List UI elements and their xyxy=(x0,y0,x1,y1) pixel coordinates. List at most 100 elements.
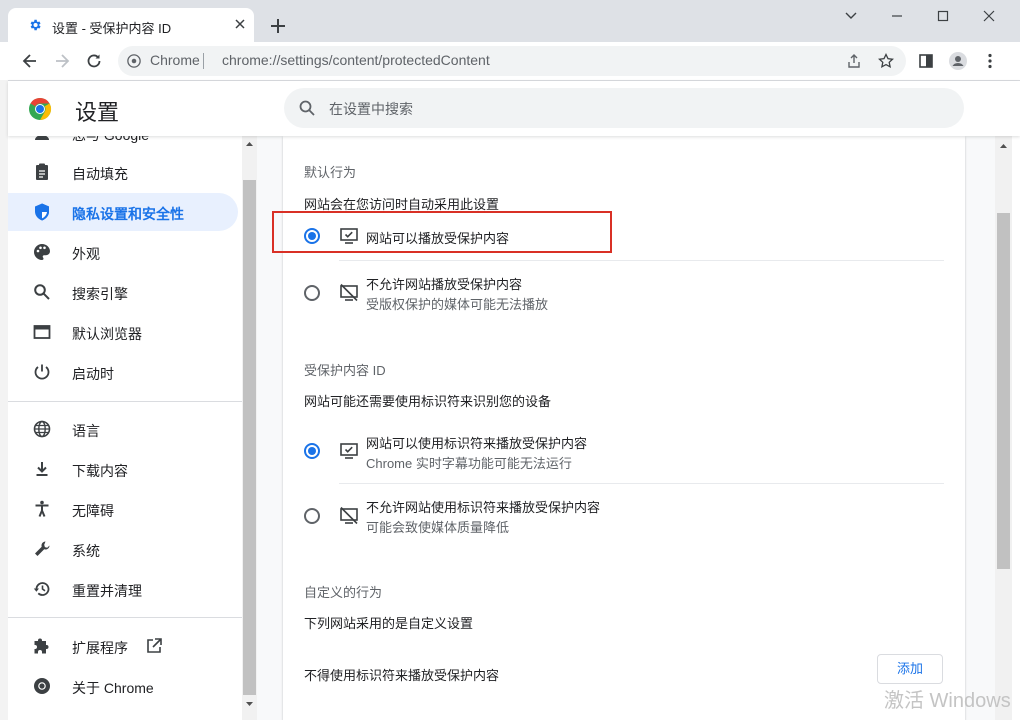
protected-id-desc: 网站可能还需要使用标识符来识别您的设备 xyxy=(304,394,552,409)
page-scrollbar-thumb[interactable] xyxy=(997,213,1010,569)
chrome-icon xyxy=(34,678,50,694)
browser-icon xyxy=(33,325,51,339)
sidebar-item-reset[interactable]: 重置并清理 xyxy=(8,570,238,608)
scroll-up-arrow-icon[interactable] xyxy=(999,142,1008,150)
palette-icon xyxy=(34,244,50,260)
sidebar-item-label: 启动时 xyxy=(72,366,114,382)
chrome-icon xyxy=(127,54,141,68)
option-title: 不允许网站使用标识符来播放受保护内容 xyxy=(366,500,601,515)
radio-block-identifiers[interactable] xyxy=(304,508,320,524)
omnibox-url[interactable]: chrome://settings/content/protectedConte… xyxy=(222,52,490,68)
sidebar-item-label: 扩展程序 xyxy=(72,640,128,656)
option-allow-identifiers[interactable]: 网站可以使用标识符来播放受保护内容 Chrome 实时字幕功能可能无法运行 xyxy=(283,431,965,471)
accessibility-icon xyxy=(35,500,49,517)
reload-icon[interactable] xyxy=(84,51,104,71)
sidebar-item-autofill[interactable]: 自动填充 xyxy=(8,153,238,191)
back-icon[interactable] xyxy=(20,51,40,71)
custom-behavior-desc: 下列网站采用的是自定义设置 xyxy=(304,616,474,631)
clipboard-icon xyxy=(36,163,48,180)
sidebar-item-label: 关于 Chrome xyxy=(72,680,154,696)
sidebar-scrollbar-thumb[interactable] xyxy=(243,180,256,695)
chevron-down-icon[interactable] xyxy=(838,6,864,26)
new-tab-icon[interactable] xyxy=(268,16,288,36)
shield-icon xyxy=(35,203,49,221)
row-divider xyxy=(339,260,944,261)
side-panel-icon[interactable] xyxy=(916,51,936,71)
sidebar-item-on-startup[interactable]: 启动时 xyxy=(8,353,238,391)
tab-title: 设置 - 受保护内容 ID xyxy=(52,21,172,36)
sidebar-item-label: 搜索引擎 xyxy=(72,286,128,302)
monitor-check-icon xyxy=(340,228,358,244)
option-subtitle: 受版权保护的媒体可能无法播放 xyxy=(366,297,549,312)
window-close-icon[interactable] xyxy=(976,6,1002,26)
sidebar-item-label: 您与 Google xyxy=(72,136,149,145)
settings-search-input[interactable]: 在设置中搜索 xyxy=(284,88,964,128)
scroll-down-arrow-icon[interactable] xyxy=(245,700,254,708)
sidebar-item-label: 隐私设置和安全性 xyxy=(72,206,184,222)
person-icon xyxy=(35,136,49,140)
default-behavior-title: 默认行为 xyxy=(304,165,357,180)
activate-windows-watermark: 激活 Windows xyxy=(884,690,1011,712)
tab-strip: 设置 - 受保护内容 ID xyxy=(0,0,1020,42)
option-block-identifiers[interactable]: 不允许网站使用标识符来播放受保护内容 可能会致使媒体质量降低 xyxy=(283,496,965,536)
option-subtitle: 可能会致使媒体质量降低 xyxy=(366,520,510,535)
toolbar: Chrome chrome://settings/content/protect… xyxy=(0,42,1020,81)
sidebar-item-languages[interactable]: 语言 xyxy=(8,410,238,448)
window-frame xyxy=(0,80,8,720)
sidebar-item-accessibility[interactable]: 无障碍 xyxy=(8,490,238,528)
sidebar-item-downloads[interactable]: 下载内容 xyxy=(8,450,238,488)
close-icon[interactable] xyxy=(232,16,248,32)
sidebar-item-default-browser[interactable]: 默认浏览器 xyxy=(8,313,238,351)
chrome-logo-icon xyxy=(29,98,52,120)
monitor-off-icon xyxy=(340,506,358,525)
sidebar-divider xyxy=(8,401,242,402)
search-icon xyxy=(34,284,50,300)
sidebar-item-you-and-google[interactable]: 您与 Google xyxy=(8,136,238,152)
radio-block-protected-content[interactable] xyxy=(304,285,320,301)
sidebar-item-label: 默认浏览器 xyxy=(72,326,142,342)
profile-avatar-icon[interactable] xyxy=(948,51,968,71)
radio-allow-protected-content[interactable] xyxy=(304,228,320,244)
protected-id-title: 受保护内容 ID xyxy=(304,363,386,378)
monitor-check-icon xyxy=(340,443,358,459)
search-placeholder: 在设置中搜索 xyxy=(329,101,413,117)
option-block-protected-content[interactable]: 不允许网站播放受保护内容 受版权保护的媒体可能无法播放 xyxy=(283,272,965,312)
sidebar-item-about-chrome[interactable]: 关于 Chrome xyxy=(8,667,238,705)
sidebar-item-system[interactable]: 系统 xyxy=(8,530,238,568)
minimize-icon[interactable] xyxy=(884,6,910,26)
address-bar[interactable]: Chrome chrome://settings/content/protect… xyxy=(118,46,906,76)
option-title: 不允许网站播放受保护内容 xyxy=(366,277,523,292)
option-allow-protected-content[interactable]: 网站可以播放受保护内容 xyxy=(283,216,965,256)
sidebar-item-appearance[interactable]: 外观 xyxy=(8,233,238,271)
blocked-sites-label: 不得使用标识符来播放受保护内容 xyxy=(304,668,500,683)
forward-icon[interactable] xyxy=(52,51,72,71)
radio-allow-identifiers[interactable] xyxy=(304,443,320,459)
sidebar-item-label: 下载内容 xyxy=(72,463,128,479)
globe-icon xyxy=(33,420,51,438)
share-icon[interactable] xyxy=(846,53,862,69)
sidebar: 您与 Google 自动填充 隐私设置和安全性 外观 搜索引擎 xyxy=(8,136,242,720)
row-divider xyxy=(339,483,944,484)
wrench-icon xyxy=(35,541,50,556)
sidebar-item-label: 系统 xyxy=(72,543,100,559)
sidebar-item-label: 自动填充 xyxy=(72,166,128,182)
tab-settings[interactable]: 设置 - 受保护内容 ID xyxy=(8,8,254,42)
page-title: 设置 xyxy=(75,100,120,125)
sidebar-item-label: 重置并清理 xyxy=(72,583,142,599)
monitor-off-icon xyxy=(340,283,358,302)
sidebar-item-extensions[interactable]: 扩展程序 xyxy=(8,627,238,665)
sidebar-item-privacy[interactable]: 隐私设置和安全性 xyxy=(8,193,238,231)
sidebar-item-search-engine[interactable]: 搜索引擎 xyxy=(8,273,238,311)
more-menu-icon[interactable] xyxy=(980,51,1000,71)
add-button[interactable]: 添加 xyxy=(877,654,943,684)
open-external-icon xyxy=(147,638,162,653)
sidebar-item-label: 语言 xyxy=(72,423,100,439)
maximize-icon[interactable] xyxy=(930,6,956,26)
option-subtitle: Chrome 实时字幕功能可能无法运行 xyxy=(366,456,572,471)
option-title: 网站可以使用标识符来播放受保护内容 xyxy=(366,436,588,451)
sidebar-item-label: 外观 xyxy=(72,246,100,262)
star-icon[interactable] xyxy=(878,53,894,69)
gear-icon xyxy=(30,19,41,31)
settings-header: 设置 在设置中搜索 xyxy=(8,81,1020,136)
scroll-up-arrow-icon[interactable] xyxy=(245,140,254,148)
